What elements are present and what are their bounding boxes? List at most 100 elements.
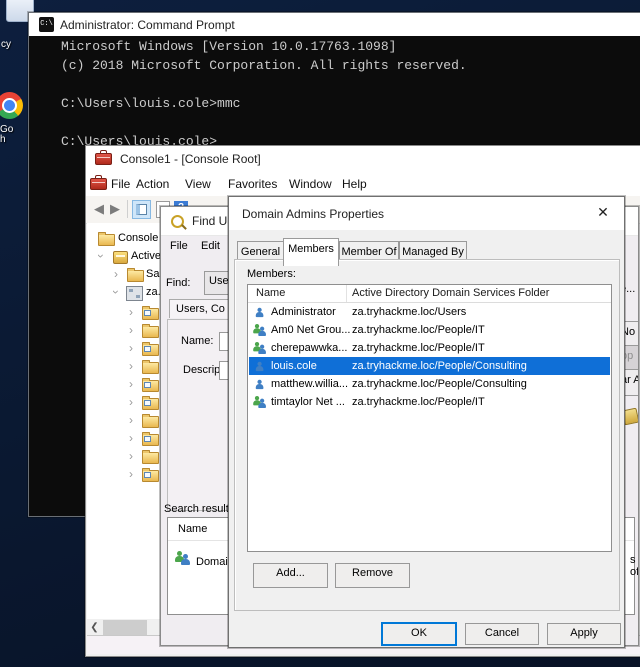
member-name: Administrator	[271, 306, 336, 318]
cancel-button[interactable]: Cancel	[465, 623, 539, 645]
tab-members[interactable]: Members	[283, 238, 339, 266]
chrome-label-line2: h	[0, 134, 6, 145]
menu-favorites[interactable]: Favorites	[228, 177, 277, 191]
members-list[interactable]: Name Active Directory Domain Services Fo…	[247, 284, 612, 552]
members-label: Members:	[247, 268, 296, 280]
chevron-right-icon[interactable]: ›	[129, 359, 133, 373]
dialog-title: Domain Admins Properties	[242, 206, 385, 221]
scroll-left-arrow-icon[interactable]: ❮	[87, 620, 102, 635]
group-icon	[253, 395, 267, 409]
column-name[interactable]: Name	[256, 287, 285, 299]
member-name: Am0 Net Grou...	[271, 324, 351, 336]
tree-label: za.	[146, 286, 161, 298]
members-list-header: Name Active Directory Domain Services Fo…	[248, 285, 611, 303]
chevron-right-icon[interactable]: ›	[129, 323, 133, 337]
member-row[interactable]: Administrator za.tryhackme.loc/Users	[249, 303, 610, 321]
group-icon	[175, 550, 191, 566]
folder-icon	[142, 414, 159, 428]
user-icon	[253, 305, 267, 319]
column-folder[interactable]: Active Directory Domain Services Folder	[352, 287, 549, 299]
menu-window[interactable]: Window	[289, 177, 332, 191]
tree-horizontal-scrollbar[interactable]: ❮	[87, 620, 162, 635]
ok-button[interactable]: OK	[381, 622, 457, 646]
chevron-right-icon[interactable]: ›	[129, 413, 133, 427]
member-folder: za.tryhackme.loc/People/IT	[352, 396, 485, 408]
chrome-icon[interactable]	[0, 92, 23, 119]
find-menu-file[interactable]: File	[170, 240, 188, 252]
group-icon	[253, 341, 267, 355]
group-icon	[253, 323, 267, 337]
cmd-icon: C:\	[39, 17, 54, 32]
member-name: louis.cole	[271, 360, 317, 372]
chevron-right-icon[interactable]: ›	[129, 431, 133, 445]
add-button[interactable]: Add...	[253, 563, 328, 588]
member-folder: za.tryhackme.loc/Users	[352, 306, 467, 318]
mmc-toolbox-icon	[95, 150, 112, 165]
ou-folder-icon	[142, 468, 159, 482]
find-name-label: Name:	[181, 335, 214, 347]
menu-action[interactable]: Action	[136, 177, 169, 191]
ou-folder-icon	[142, 432, 159, 446]
member-row[interactable]: timtaylor Net ... za.tryhackme.loc/Peopl…	[249, 393, 610, 411]
chevron-right-icon[interactable]: ›	[129, 467, 133, 481]
folder-icon	[98, 232, 115, 246]
chevron-right-icon[interactable]: ›	[129, 449, 133, 463]
apply-button[interactable]: Apply	[547, 623, 621, 645]
search-results-label: Search result	[164, 503, 229, 515]
column-divider[interactable]	[346, 285, 347, 302]
ou-folder-icon	[142, 306, 159, 320]
mmc-titlebar[interactable]: Console1 - [Console Root]	[86, 146, 640, 172]
mmc-title: Console1 - [Console Root]	[120, 152, 261, 166]
member-row-selected[interactable]: louis.cole za.tryhackme.loc/People/Consu…	[249, 357, 610, 375]
find-description-label: Descript	[183, 364, 224, 376]
members-tab-page: Members: Name Active Directory Domain Se…	[234, 259, 620, 611]
folder-icon	[142, 324, 159, 338]
member-name: cherepawwka...	[271, 342, 348, 354]
cmd-line: Microsoft Windows [Version 10.0.17763.10…	[61, 39, 397, 54]
chevron-down-icon[interactable]: ›	[94, 254, 108, 258]
folder-icon	[127, 268, 144, 282]
menu-file[interactable]: File	[111, 177, 130, 191]
results-name-column[interactable]: Name	[178, 523, 207, 535]
console-root-icon	[90, 175, 107, 190]
toolbar-divider	[127, 200, 128, 218]
cmd-title: Administrator: Command Prompt	[60, 17, 235, 32]
search-icon	[171, 214, 184, 228]
ou-folder-icon	[142, 378, 159, 392]
cmd-titlebar[interactable]: C:\ Administrator: Command Prompt	[29, 13, 640, 36]
chevron-down-icon[interactable]: ›	[109, 290, 123, 294]
menu-help[interactable]: Help	[342, 177, 367, 191]
scrollbar-thumb[interactable]	[103, 620, 147, 635]
desktop-icon-label-fragment: cy	[1, 39, 11, 50]
menu-view[interactable]: View	[185, 177, 211, 191]
chevron-right-icon[interactable]: ›	[129, 395, 133, 409]
member-row[interactable]: matthew.willia... za.tryhackme.loc/Peopl…	[249, 375, 610, 393]
member-row[interactable]: cherepawwka... za.tryhackme.loc/People/I…	[249, 339, 610, 357]
back-arrow-icon[interactable]: ◀	[94, 201, 104, 217]
mmc-menubar: File Action View Favorites Window Help	[86, 172, 640, 197]
member-row[interactable]: Am0 Net Grou... za.tryhackme.loc/People/…	[249, 321, 610, 339]
ou-folder-icon	[142, 342, 159, 356]
member-name: timtaylor Net ...	[271, 396, 345, 408]
member-folder: za.tryhackme.loc/People/Consulting	[352, 378, 527, 390]
dialog-titlebar[interactable]: Domain Admins Properties	[229, 197, 624, 230]
member-folder: za.tryhackme.loc/People/Consulting	[352, 360, 527, 372]
domain-icon	[126, 286, 143, 301]
folder-icon	[142, 450, 159, 464]
result-description-fragment: s of	[630, 554, 639, 578]
tree-label: Active	[131, 250, 161, 262]
member-name: matthew.willia...	[271, 378, 349, 390]
find-menu-edit[interactable]: Edit	[201, 240, 220, 252]
remove-button[interactable]: Remove	[335, 563, 410, 588]
member-folder: za.tryhackme.loc/People/IT	[352, 342, 485, 354]
domain-admins-properties-dialog: Domain Admins Properties ✕ General Membe…	[228, 196, 625, 648]
chevron-right-icon[interactable]: ›	[129, 341, 133, 355]
console-tree-toggle-icon[interactable]	[132, 200, 151, 219]
close-icon[interactable]: ✕	[594, 204, 612, 221]
forward-arrow-icon[interactable]: ▶	[110, 201, 120, 217]
find-label: Find:	[166, 277, 191, 289]
chevron-right-icon[interactable]: ›	[129, 305, 133, 319]
user-icon	[253, 377, 267, 391]
chevron-right-icon[interactable]: ›	[114, 267, 118, 281]
chevron-right-icon[interactable]: ›	[129, 377, 133, 391]
